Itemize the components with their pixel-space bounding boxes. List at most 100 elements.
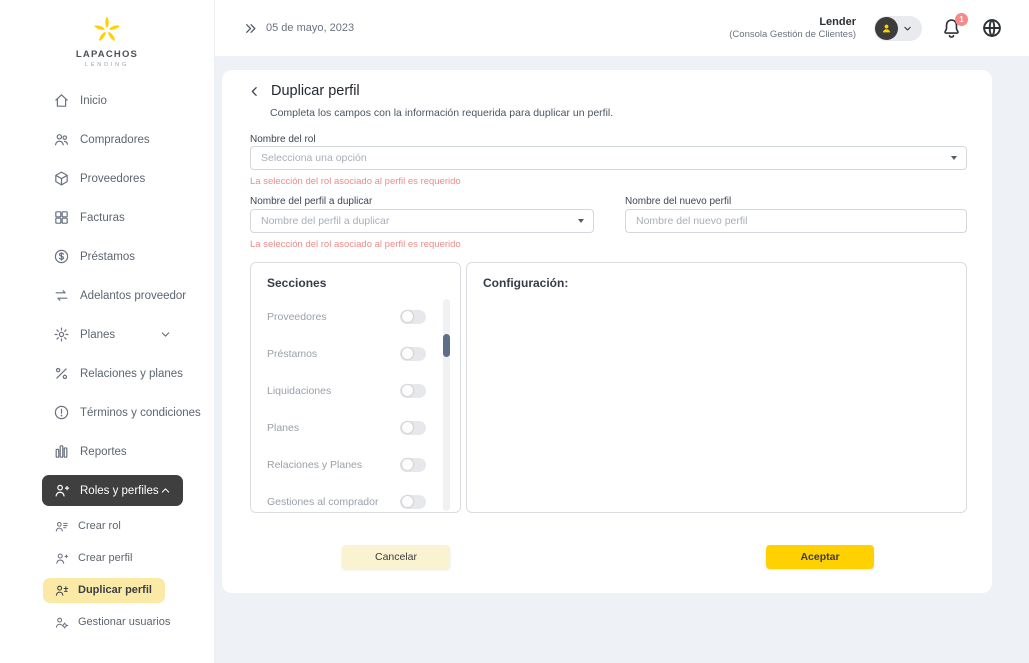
section-label: Relaciones y Planes [267,459,362,471]
configuration-panel-title: Configuración: [467,263,966,298]
sidebar-item-facturas[interactable]: Facturas [0,198,214,237]
sidebar-item-duplicar-perfil[interactable]: Duplicar perfil [0,574,214,606]
section-row: Relaciones y Planes [267,446,426,483]
sections-panel-title: Secciones [251,263,460,298]
sidebar-item-proveedores[interactable]: Proveedores [0,159,214,198]
section-toggle[interactable] [400,421,426,435]
sidebar-item-label: Reportes [80,446,127,458]
chevron-up-icon [160,485,171,496]
sidebar-item-label: Relaciones y planes [80,368,183,380]
sidebar-item-label: Crear perfil [78,552,132,564]
sidebar-item-t-rminos-y-condiciones[interactable]: Términos y condiciones [0,393,214,432]
user-plus-icon [53,482,70,499]
sidebar-item-pr-stamos[interactable]: Préstamos [0,237,214,276]
sidebar-item-label: Roles y perfiles [80,485,159,497]
sections-list: Proveedores Préstamos Liquidaciones Plan… [251,298,460,520]
profile-to-duplicate-error: La selección del rol asociado al perfil … [250,239,461,250]
sidebar-item-gestionar-usuarios[interactable]: Gestionar usuarios [0,606,214,638]
section-toggle[interactable] [400,458,426,472]
section-row: Proveedores [267,298,426,335]
sidebar-item-reportes[interactable]: Reportes [0,432,214,471]
user-menu[interactable] [874,16,922,41]
notification-badge: 1 [955,13,968,26]
role-select-placeholder: Selecciona una opción [261,152,367,164]
double-chevron-right-icon[interactable] [244,22,257,35]
brand-name: LAPACHOS [0,49,214,60]
chevron-down-icon [160,329,171,340]
sidebar: LAPACHOS LENDING Inicio Compradores Prov… [0,0,215,663]
section-toggle[interactable] [400,384,426,398]
cancel-button[interactable]: Cancelar [342,545,450,569]
sidebar-item-crear-rol[interactable]: Crear rol [0,510,214,542]
configuration-panel: Configuración: [466,262,967,513]
current-date: 05 de mayo, 2023 [266,22,354,34]
section-label: Planes [267,422,299,434]
grid-icon [53,209,70,226]
sidebar-nav: Inicio Compradores Proveedores Facturas … [0,81,214,510]
role-label: Nombre del rol [250,134,316,145]
section-row: Planes [267,409,426,446]
section-toggle[interactable] [400,310,426,324]
lapachos-flower-icon [0,13,214,47]
section-row: Préstamos [267,335,426,372]
sections-panel: Secciones Proveedores Préstamos Liquidac… [250,262,461,513]
transfer-arrows-icon [53,287,70,304]
profile-to-duplicate-placeholder: Nombre del perfil a duplicar [261,215,389,227]
page-subtitle: Completa los campos con la información r… [270,107,613,119]
section-toggle[interactable] [400,495,426,509]
duplicate-profile-card: Duplicar perfil Completa los campos con … [222,70,992,593]
scrollbar-thumb[interactable] [443,334,450,357]
sidebar-item-label: Compradores [80,134,150,146]
caret-down-icon [578,219,584,223]
profile-to-duplicate-select[interactable]: Nombre del perfil a duplicar [250,209,594,233]
user-list-icon [54,519,69,534]
avatar [875,17,898,40]
language-button[interactable] [981,17,1003,39]
user-plus-icon [54,551,69,566]
sidebar-item-inicio[interactable]: Inicio [0,81,214,120]
sidebar-item-label: Proveedores [80,173,145,185]
sidebar-item-label: Facturas [80,212,125,224]
user-name: Lender [729,16,856,29]
role-error: La selección del rol asociado al perfil … [250,176,461,187]
role-select[interactable]: Selecciona una opción [250,146,967,170]
breadcrumb: 05 de mayo, 2023 [244,22,354,35]
alert-circle-icon [53,404,70,421]
user-info: Lender (Consola Gestión de Clientes) [729,16,856,41]
user-console-label: (Consola Gestión de Clientes) [729,29,856,40]
globe-icon [981,17,1003,39]
notifications-button[interactable]: 1 [940,17,963,40]
user-avatar-icon [880,22,893,35]
sidebar-item-label: Préstamos [80,251,135,263]
brand-logo: LAPACHOS LENDING [0,0,214,68]
sidebar-item-adelantos-proveedor[interactable]: Adelantos proveedor [0,276,214,315]
sidebar-subnav: Crear rol Crear perfil Duplicar perfil G… [0,510,214,638]
gear-icon [53,326,70,343]
caret-down-icon [951,156,957,160]
sidebar-item-label: Gestionar usuarios [78,616,170,628]
section-row: Liquidaciones [267,372,426,409]
sidebar-item-roles-y-perfiles[interactable]: Roles y perfiles [0,471,214,510]
sidebar-item-label: Inicio [80,95,107,107]
back-button[interactable] [248,85,261,98]
new-profile-input[interactable] [625,209,967,233]
percent-icon [53,365,70,382]
sidebar-item-compradores[interactable]: Compradores [0,120,214,159]
accept-button[interactable]: Aceptar [766,545,874,569]
home-icon [53,92,70,109]
sidebar-item-label: Duplicar perfil [78,584,152,596]
sidebar-item-planes[interactable]: Planes [0,315,214,354]
section-toggle[interactable] [400,347,426,361]
section-row: Gestiones al comprador [267,483,426,520]
sidebar-item-crear-perfil[interactable]: Crear perfil [0,542,214,574]
profile-to-duplicate-label: Nombre del perfil a duplicar [250,196,372,207]
user-duplicate-icon [54,583,69,598]
dollar-circle-icon [53,248,70,265]
buyers-icon [53,131,70,148]
new-profile-label: Nombre del nuevo perfil [625,196,731,207]
section-label: Proveedores [267,311,327,323]
brand-tagline: LENDING [0,62,214,68]
sidebar-item-label: Adelantos proveedor [80,290,186,302]
sidebar-item-relaciones-y-planes[interactable]: Relaciones y planes [0,354,214,393]
section-label: Liquidaciones [267,385,331,397]
